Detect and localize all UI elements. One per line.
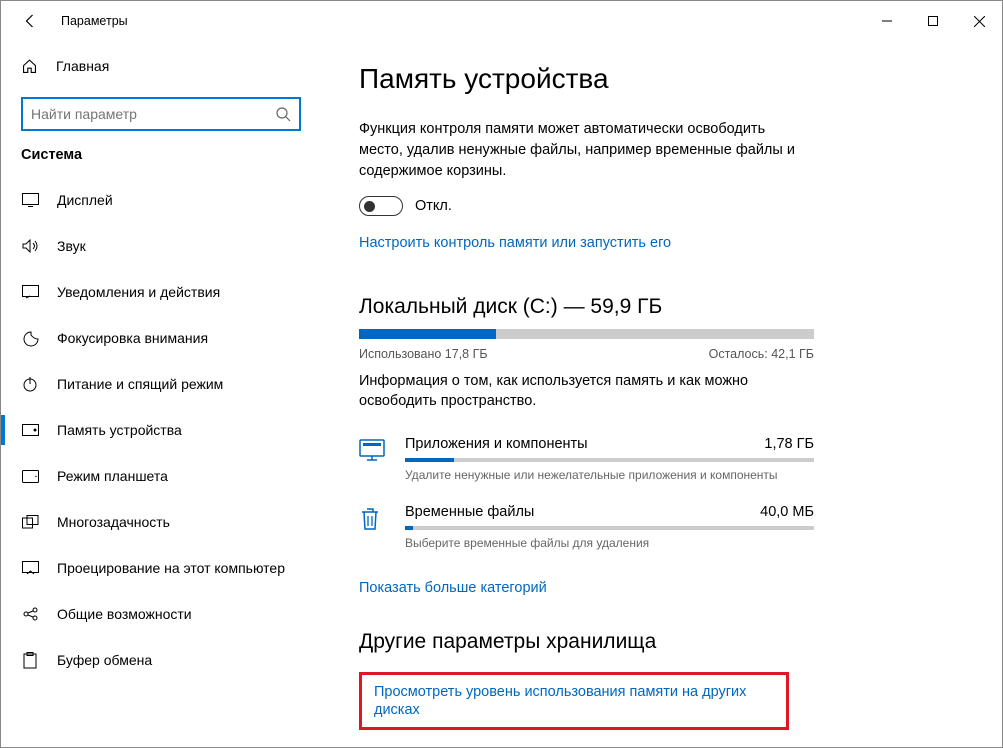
category-subtitle: Удалите ненужные или нежелательные прило… [405, 468, 814, 482]
sidebar-item-label: Режим планшета [57, 468, 168, 484]
sidebar-item-label: Дисплей [57, 192, 113, 208]
toggle-state-label: Откл. [415, 198, 452, 214]
sidebar-item-label: Звук [57, 238, 86, 254]
projecting-icon [21, 561, 39, 575]
category-title: Система [1, 147, 321, 177]
configure-storage-sense-link[interactable]: Настроить контроль памяти или запустить … [359, 235, 671, 251]
disk-info-text: Информация о том, как используется памят… [359, 371, 799, 412]
storage-icon [21, 424, 39, 436]
back-button[interactable] [15, 5, 47, 37]
highlighted-link-box: Просмотреть уровень использования памяти… [359, 672, 789, 730]
sidebar-item-multitasking[interactable]: Многозадачность [1, 499, 321, 545]
sidebar-item-focus[interactable]: Фокусировка внимания [1, 315, 321, 361]
clipboard-icon [21, 652, 39, 669]
sidebar-item-label: Многозадачность [57, 514, 170, 530]
multitasking-icon [21, 515, 39, 529]
sidebar-item-label: Фокусировка внимания [57, 330, 208, 346]
other-storage-heading: Другие параметры хранилища [359, 630, 1002, 654]
show-more-categories-link[interactable]: Показать больше категорий [359, 580, 547, 596]
tablet-icon [21, 470, 39, 483]
titlebar: Параметры [1, 1, 1002, 41]
sidebar: Главная Система Дисплей Звук Уведомления… [1, 41, 321, 747]
view-other-drives-link[interactable]: Просмотреть уровень использования памяти… [374, 684, 746, 718]
sound-icon [21, 239, 39, 253]
sidebar-item-storage[interactable]: Память устройства [1, 407, 321, 453]
storage-category-apps[interactable]: Приложения и компоненты 1,78 ГБ Удалите … [359, 436, 814, 498]
storage-category-temp[interactable]: Временные файлы 40,0 МБ Выберите временн… [359, 504, 814, 566]
storage-sense-toggle[interactable] [359, 196, 403, 216]
maximize-button[interactable] [910, 5, 956, 37]
category-name: Временные файлы [405, 504, 534, 520]
window-title: Параметры [61, 14, 128, 28]
category-name: Приложения и компоненты [405, 436, 588, 452]
sidebar-item-label: Питание и спящий режим [57, 376, 223, 392]
sidebar-item-projecting[interactable]: Проецирование на этот компьютер [1, 545, 321, 591]
power-icon [21, 376, 39, 392]
disk-heading: Локальный диск (C:) — 59,9 ГБ [359, 295, 1002, 319]
shared-icon [21, 607, 39, 621]
minimize-button[interactable] [864, 5, 910, 37]
sidebar-item-shared[interactable]: Общие возможности [1, 591, 321, 637]
sidebar-item-label: Память устройства [57, 422, 182, 438]
sidebar-item-notifications[interactable]: Уведомления и действия [1, 269, 321, 315]
page-title: Память устройства [359, 63, 1002, 95]
sidebar-item-label: Общие возможности [57, 606, 192, 622]
storage-sense-description: Функция контроля памяти может автоматиче… [359, 119, 799, 182]
sidebar-item-clipboard[interactable]: Буфер обмена [1, 637, 321, 683]
close-button[interactable] [956, 5, 1002, 37]
category-size: 40,0 МБ [760, 504, 814, 520]
disk-usage-bar [359, 329, 814, 339]
category-bar [405, 526, 814, 530]
disk-free-label: Осталось: 42,1 ГБ [709, 347, 814, 361]
search-input[interactable] [31, 106, 275, 122]
category-bar [405, 458, 814, 462]
sidebar-item-label: Буфер обмена [57, 652, 152, 668]
disk-used-label: Использовано 17,8 ГБ [359, 347, 488, 361]
category-size: 1,78 ГБ [764, 436, 814, 452]
search-input-container[interactable] [21, 97, 301, 131]
focus-icon [21, 330, 39, 347]
sidebar-item-label: Проецирование на этот компьютер [57, 560, 285, 576]
trash-icon [359, 504, 387, 550]
sidebar-item-tablet[interactable]: Режим планшета [1, 453, 321, 499]
search-icon [275, 106, 291, 122]
home-button[interactable]: Главная [1, 47, 321, 85]
window-controls [864, 5, 1002, 37]
sidebar-item-power[interactable]: Питание и спящий режим [1, 361, 321, 407]
main-content: Память устройства Функция контроля памят… [321, 41, 1002, 747]
notifications-icon [21, 285, 39, 299]
home-label: Главная [56, 58, 109, 74]
sidebar-item-display[interactable]: Дисплей [1, 177, 321, 223]
home-icon [21, 58, 38, 75]
category-subtitle: Выберите временные файлы для удаления [405, 536, 814, 550]
sidebar-item-label: Уведомления и действия [57, 284, 220, 300]
sidebar-item-sound[interactable]: Звук [1, 223, 321, 269]
apps-icon [359, 436, 387, 482]
display-icon [21, 193, 39, 207]
